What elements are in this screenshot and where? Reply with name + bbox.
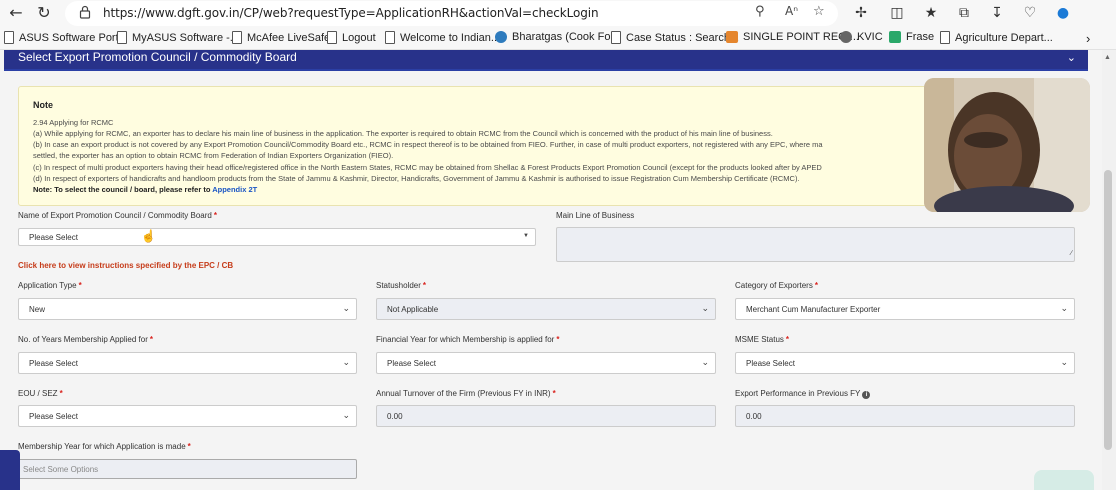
chevron-down-icon: ⌄ [701,303,709,313]
category-label: Category of Exporters * [735,281,818,290]
favorites-bar: ASUS Software Port... MyASUS Software -.… [0,27,1116,50]
main-line-textarea[interactable]: ∕ [556,227,1075,262]
scrollbar-thumb[interactable] [1104,170,1112,450]
financial-year-select[interactable]: Please Select ⌄ [376,352,716,374]
chevron-down-icon: ⌄ [1060,303,1068,313]
url-bar[interactable]: https://www.dgft.gov.in/CP/web?requestTy… [65,1,838,26]
page-icon [232,31,242,44]
export-performance-input[interactable]: 0.00 [735,405,1075,427]
note-select-hint: Note: To select the council / board, ple… [33,185,258,194]
bharatgas-icon [495,31,507,43]
note-line: (b) In case an export product is not cov… [33,140,823,149]
epc-label: Name of Export Promotion Council / Commo… [18,211,217,220]
msme-select[interactable]: Please Select ⌄ [735,352,1075,374]
eou-select[interactable]: Please Select ⌄ [18,405,357,427]
years-select[interactable]: Please Select ⌄ [18,352,357,374]
cursor-hand-icon: ☝ [141,229,156,243]
webcam-image [924,78,1090,212]
membership-year-multiselect[interactable]: Select Some Options [18,459,357,479]
favorite-item[interactable]: Agriculture Depart... [940,31,1053,44]
appendix-link[interactable]: Appendix 2T [212,185,257,194]
turnover-input[interactable]: 0.00 [376,405,716,427]
note-line: (a) While applying for RCMC, an exporter… [33,129,773,138]
chevron-right-icon[interactable]: › [1086,31,1090,46]
note-heading: Note [33,100,53,110]
emblem-icon [726,31,738,43]
url-text[interactable]: https://www.dgft.gov.in/CP/web?requestTy… [103,6,599,20]
chevron-down-icon: ⌄ [701,357,709,367]
page-icon [4,31,14,44]
read-aloud-icon[interactable]: Aⁿ [785,4,798,18]
back-icon[interactable]: ← [4,2,28,24]
favorite-item[interactable]: KVIC [840,31,883,43]
section-title: Select Export Promotion Council / Commod… [18,50,297,64]
chevron-down-icon: ⌄ [342,357,350,367]
msme-label: MSME Status * [735,335,790,344]
note-line: (d) In respect of exporters of handicraf… [33,174,800,183]
kvic-icon [840,31,852,43]
note-line: 2.94 Applying for RCMC [33,118,114,127]
refresh-icon[interactable]: ↻ [32,2,56,24]
floating-widget[interactable] [1034,470,1094,490]
extensions-icon[interactable]: ✢ [850,2,872,24]
favorite-star-icon[interactable]: ☆ [813,4,825,19]
note-line: settled, the exporter has an option to o… [33,151,394,160]
turnover-label: Annual Turnover of the Firm (Previous FY… [376,389,556,398]
zoom-icon[interactable]: ⚲ [755,4,765,19]
favorite-item[interactable]: Frase [889,31,934,43]
page-icon [117,31,127,44]
copilot-icon[interactable]: ● [1052,2,1074,24]
favorite-item[interactable]: Bharatgas (Cook Fo... [495,31,620,43]
performance-icon[interactable]: ♡ [1019,2,1041,24]
page-scrollbar[interactable]: ▲ [1102,50,1116,490]
membership-year-label: Membership Year for which Application is… [18,442,191,451]
main-line-label: Main Line of Business [556,211,635,220]
page-icon [611,31,621,44]
favorite-item[interactable]: McAfee LiveSafe [232,31,330,44]
instructions-link[interactable]: Click here to view instructions specifie… [18,261,233,270]
favorite-item[interactable]: ASUS Software Port... [4,31,128,44]
resize-handle-icon: ∕ [1070,250,1072,257]
favorites-icon[interactable]: ★ [920,2,942,24]
application-type-select[interactable]: New ⌄ [18,298,357,320]
section-header[interactable]: Select Export Promotion Council / Commod… [4,50,1088,71]
page-icon [327,31,337,44]
scroll-up-icon[interactable]: ▲ [1104,54,1111,61]
chevron-down-icon: ⌄ [342,303,350,313]
export-performance-label: Export Performance in Previous FY i [735,389,871,399]
favorite-item[interactable]: MyASUS Software -... [117,31,239,44]
chevron-down-icon[interactable]: ⌄ [1067,51,1076,64]
favorite-item[interactable]: Logout [327,31,376,44]
page-icon [940,31,950,44]
years-label: No. of Years Membership Applied for * [18,335,153,344]
statusholder-select[interactable]: Not Applicable ⌄ [376,298,716,320]
webcam-overlay [924,78,1090,212]
frase-icon [889,31,901,43]
eou-label: EOU / SEZ * [18,389,63,398]
note-line: (c) In respect of multi product exporter… [33,163,822,172]
favorite-item[interactable]: SINGLE POINT REGI... [726,31,859,43]
info-icon[interactable]: i [862,391,871,399]
financial-year-label: Financial Year for which Membership is a… [376,335,560,344]
split-screen-icon[interactable]: ◫ [886,2,908,24]
favorite-item[interactable]: Case Status : Search... [611,31,739,44]
side-tab[interactable] [0,450,20,490]
chevron-down-icon: ▼ [523,233,529,239]
collections-icon[interactable]: ⧉ [953,2,975,24]
chevron-down-icon: ⌄ [342,410,350,420]
category-select[interactable]: Merchant Cum Manufacturer Exporter ⌄ [735,298,1075,320]
application-type-label: Application Type * [18,281,82,290]
lock-icon[interactable] [79,5,91,19]
chevron-down-icon: ⌄ [1060,357,1068,367]
statusholder-label: Statusholder * [376,281,427,290]
epc-select[interactable]: Please Select ▼ ☝ [18,228,536,246]
browser-address-bar: ← ↻ https://www.dgft.gov.in/CP/web?reque… [0,0,1116,27]
downloads-icon[interactable]: ↧ [986,2,1008,24]
favorite-item[interactable]: Welcome to Indian... [385,31,500,44]
page-icon [385,31,395,44]
